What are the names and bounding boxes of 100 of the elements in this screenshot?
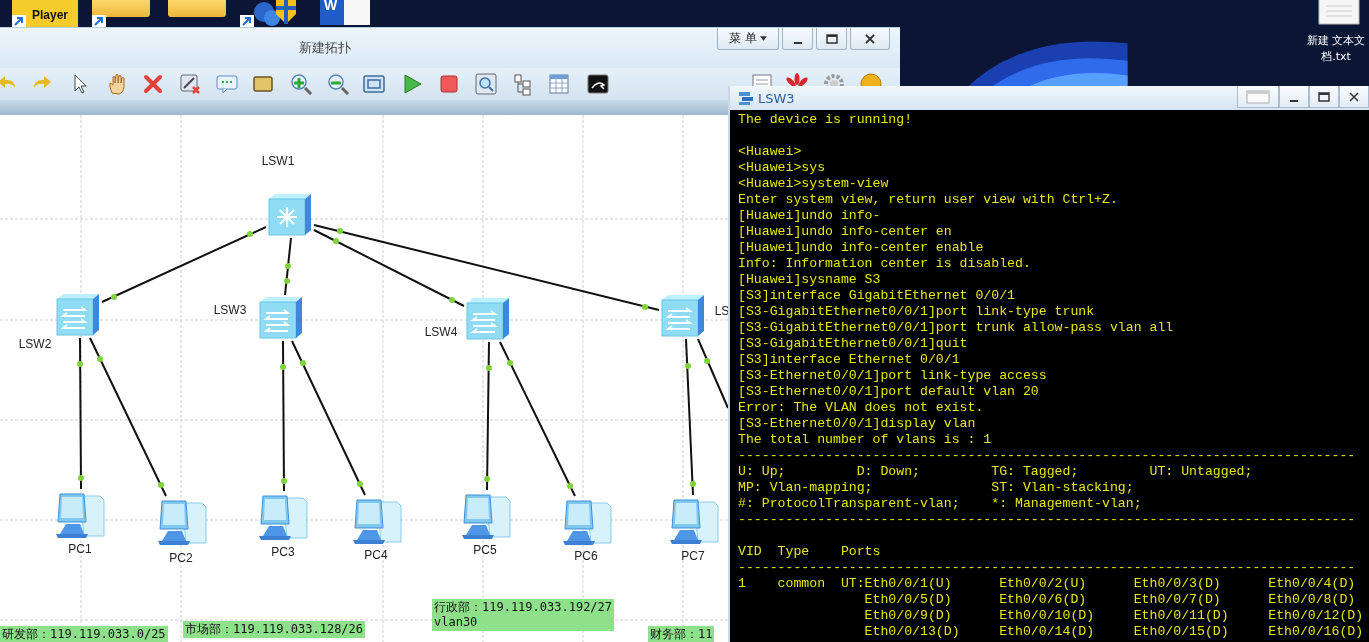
terminal-line: U: Up; D: Down; TG: Tagged; UT: Untagged;	[738, 464, 1254, 480]
switch-icon[interactable]	[55, 293, 101, 337]
minimize-button[interactable]	[782, 28, 813, 50]
help-icon[interactable]	[859, 72, 883, 86]
link-line[interactable]	[313, 229, 465, 307]
console-icon[interactable]	[586, 72, 610, 96]
terminal-line: Enter system view, return user view with Ctrl+Z.	[738, 192, 1119, 208]
maximize-button[interactable]	[1309, 86, 1339, 108]
switch-icon[interactable]	[258, 296, 304, 340]
terminal-line: [S3]interface Ethernet 0/0/1	[738, 352, 961, 368]
switch-icon[interactable]	[465, 297, 511, 341]
close-button[interactable]	[850, 28, 890, 50]
delete-icon[interactable]	[141, 72, 165, 96]
link-line[interactable]	[499, 341, 576, 497]
minimize-button[interactable]	[1279, 86, 1309, 108]
unlink-icon[interactable]	[178, 72, 202, 96]
terminal-line: Eth0/0/9(D) Eth0/0/10(D) Eth0/0/11(D) Eth0/0/12(D)	[863, 608, 1365, 624]
device-label: LS	[714, 304, 730, 318]
device-label: PC6	[574, 549, 598, 563]
computer-icon[interactable]	[54, 490, 106, 540]
terminal-line: [S3-Ethernet0/0/1]display vlan	[738, 416, 977, 432]
link-line[interactable]	[284, 237, 292, 296]
terminal-line: VID Type Ports	[738, 544, 882, 560]
terminal-line: Eth0/0/5(D) Eth0/0/6(D) Eth0/0/7(D) Eth0/0/8(D)	[863, 592, 1357, 608]
device-label: LSW1	[261, 154, 295, 168]
window-title: 新建拓扑	[299, 39, 351, 57]
terminal-line: The total number of vlans is : 1	[738, 432, 993, 448]
computer-icon[interactable]	[668, 496, 720, 546]
fit-icon[interactable]	[362, 72, 386, 96]
shortcut-arrow-icon	[12, 15, 26, 27]
device-label: PC3	[271, 545, 295, 559]
terminal-line: Info: Information center is disabled.	[738, 256, 1032, 272]
shortcut-arrow-icon	[240, 15, 254, 27]
desktop-icon[interactable]: Player	[12, 0, 78, 27]
link-line[interactable]	[484, 341, 492, 491]
terminal-line: [Huawei]sysname S3	[738, 272, 882, 288]
note-icon[interactable]	[215, 72, 239, 96]
shield-icon[interactable]	[252, 0, 298, 26]
computer-icon[interactable]	[156, 497, 208, 547]
computer-icon[interactable]	[351, 496, 403, 546]
document-icon[interactable]: W	[320, 0, 370, 25]
note-text: vlan30	[434, 615, 479, 630]
note-text: 市场部：119.119.033.128/26	[185, 622, 364, 637]
terminal-line: Error: The VLAN does not exist.	[738, 400, 985, 416]
settings-icon[interactable]	[822, 72, 846, 86]
terminal-line: [S3-GigabitEthernet0/0/1]port link-type trunk	[738, 304, 1096, 320]
computer-icon[interactable]	[561, 497, 613, 547]
link-line[interactable]	[77, 337, 84, 490]
device-label: LSW4	[424, 325, 458, 339]
capture-icon[interactable]	[474, 72, 498, 96]
window-icon	[1246, 89, 1270, 104]
device-label: PC1	[68, 542, 92, 556]
file-label: 新建 文本文 档.txt	[1305, 33, 1367, 65]
terminal-line: [S3-Ethernet0/0/1]port link-type access	[738, 368, 1048, 384]
device-label: LSW2	[18, 337, 52, 351]
terminal-line: Eth0/0/13(D) Eth0/0/14(D) Eth0/0/15(D) Eth0/0/16(D)	[863, 624, 1365, 640]
terminal-line: #: ProtocolTransparent-vlan; *: Management-vlan;	[738, 496, 1143, 512]
link-line[interactable]	[685, 338, 696, 496]
caret-icon	[759, 36, 767, 41]
note-text: 研发部：119.119.033.0/25	[2, 627, 166, 642]
device-label: PC7	[681, 549, 705, 563]
link-line[interactable]	[280, 340, 287, 492]
menu-button[interactable]: 菜 单	[717, 28, 779, 50]
zoom-out-icon[interactable]	[326, 72, 350, 96]
window-title: LSW3	[758, 90, 795, 106]
device-label: LSW3	[213, 303, 247, 317]
terminal-line: [Huawei]undo info-center en	[738, 224, 953, 240]
device-label: PC4	[364, 548, 388, 562]
device-label: PC5	[473, 543, 497, 557]
maximize-button[interactable]	[816, 28, 847, 50]
link-line[interactable]	[101, 226, 267, 303]
link-line[interactable]	[313, 224, 660, 311]
link-line[interactable]	[291, 340, 366, 496]
switch-icon[interactable]	[660, 294, 706, 338]
terminal-line: <Huawei>sys	[738, 160, 827, 176]
close-icon	[865, 33, 875, 44]
zoom-in-icon[interactable]	[289, 72, 313, 96]
switch-stack-icon	[738, 90, 754, 106]
minimize-icon	[1290, 99, 1298, 102]
terminal-line: [S3]interface GigabitEthernet 0/0/1	[738, 288, 1016, 304]
document-icon[interactable]	[750, 72, 774, 86]
terminal-line: [S3-GigabitEthernet0/0/1]quit	[738, 336, 969, 352]
stop-icon[interactable]	[437, 72, 461, 96]
link-line[interactable]	[89, 337, 167, 497]
device-label: PC2	[169, 551, 193, 565]
close-button[interactable]	[1339, 86, 1369, 108]
terminal-line: <Huawei>system-view	[738, 176, 890, 192]
computer-icon[interactable]	[460, 491, 512, 541]
terminal-line: ------------------------------------------------------------------------------	[738, 560, 1357, 576]
maximize-icon	[1318, 91, 1330, 102]
link-line[interactable]	[697, 338, 729, 409]
computer-icon[interactable]	[257, 492, 309, 542]
terminal-line: ------------------------------------------------------------------------------	[738, 448, 1357, 464]
shortcut-arrow-icon	[92, 15, 106, 27]
flower-logo-icon[interactable]	[785, 72, 809, 86]
grid-icon[interactable]	[547, 72, 571, 96]
terminal-line: MP: Vlan-mapping; ST: Vlan-stacking;	[738, 480, 1135, 496]
close-icon	[1349, 91, 1359, 102]
core-switch-icon[interactable]	[267, 193, 313, 237]
text-file-icon[interactable]	[1318, 0, 1360, 25]
